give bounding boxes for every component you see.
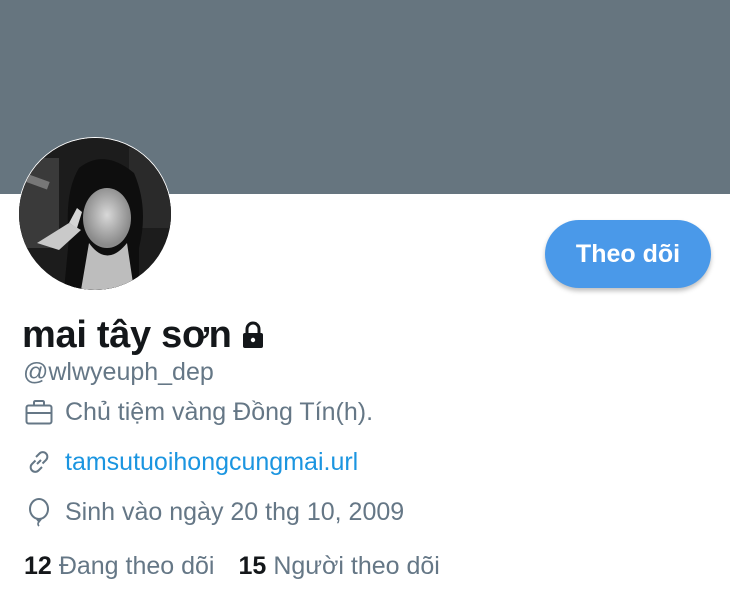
follow-button[interactable]: Theo dõi <box>545 220 711 288</box>
following-stat[interactable]: 12 Đang theo dõi <box>24 552 215 581</box>
website-row: tamsutuoihongcungmai.url <box>24 447 358 477</box>
following-label: Đang theo dõi <box>58 552 215 580</box>
display-name: mai tây sơn <box>22 313 232 356</box>
lock-icon <box>238 320 268 350</box>
profile-handle: @wlwyeuph_dep <box>23 358 214 386</box>
birthday-text: Sinh vào ngày 20 thg 10, 2009 <box>65 497 405 526</box>
birthday-row: Sinh vào ngày 20 thg 10, 2009 <box>24 497 404 527</box>
followers-count: 15 <box>238 552 267 580</box>
bio-job-row: Chủ tiệm vàng Đồng Tín(h). <box>24 397 373 427</box>
bio-job-text: Chủ tiệm vàng Đồng Tín(h). <box>65 397 374 426</box>
link-icon <box>24 447 54 477</box>
avatar[interactable] <box>18 137 172 291</box>
following-count: 12 <box>24 552 52 580</box>
avatar-photo <box>19 138 171 290</box>
balloon-icon <box>24 497 54 527</box>
follow-stats: 12 Đang theo dõi 15 Người theo dõi <box>24 552 440 581</box>
followers-stat[interactable]: 15 Người theo dõi <box>239 552 440 581</box>
profile-name-row: mai tây sơn <box>22 310 268 360</box>
website-link[interactable]: tamsutuoihongcungmai.url <box>65 448 358 477</box>
briefcase-icon <box>24 397 54 427</box>
followers-label: Người theo dõi <box>273 552 440 580</box>
